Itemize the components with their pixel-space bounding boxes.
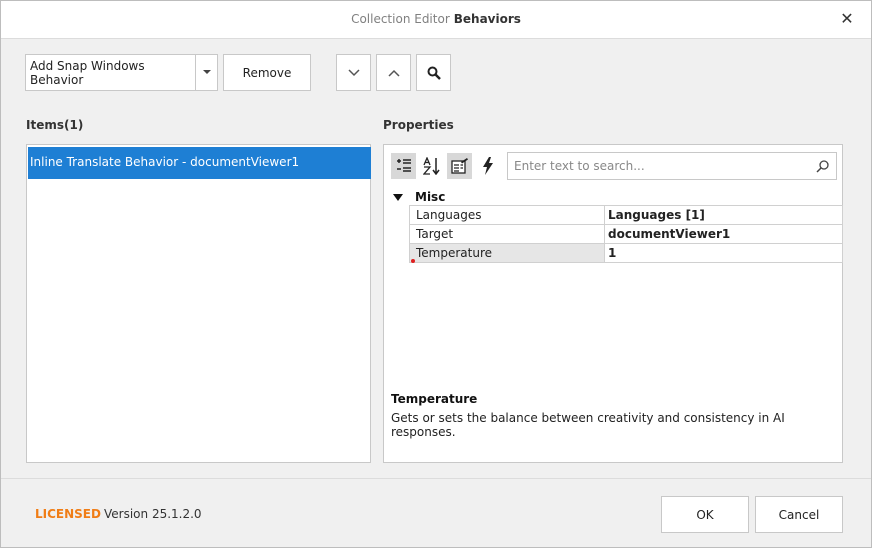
property-name: Temperature: [409, 244, 605, 262]
close-button[interactable]: ✕: [837, 9, 857, 29]
collapse-triangle-icon[interactable]: [393, 193, 403, 201]
property-table: Languages Languages [1] Target documentV…: [409, 205, 843, 263]
description-title: Temperature: [391, 392, 478, 406]
list-item-label: Inline Translate Behavior - documentView…: [30, 155, 300, 169]
property-row[interactable]: Languages Languages [1]: [409, 206, 843, 225]
title-bar: Collection Editor Behaviors ✕: [1, 1, 871, 39]
close-icon: ✕: [840, 9, 854, 28]
properties-view-button[interactable]: [447, 153, 472, 179]
move-up-button[interactable]: [376, 54, 411, 91]
category-misc[interactable]: Misc: [392, 189, 445, 205]
ok-label: OK: [696, 507, 714, 522]
cancel-label: Cancel: [778, 507, 820, 522]
chevron-up-icon: [387, 69, 400, 77]
categorized-icon: [396, 159, 411, 172]
cancel-button[interactable]: Cancel: [755, 496, 843, 533]
items-list[interactable]: Inline Translate Behavior - documentView…: [26, 144, 371, 463]
alphabetical-view-button[interactable]: [419, 153, 444, 179]
add-behavior-label: Add Snap Windows Behavior: [30, 58, 145, 87]
property-value[interactable]: 1: [605, 244, 843, 262]
add-behavior-button[interactable]: Add Snap Windows Behavior: [25, 54, 196, 91]
property-grid: Misc Languages Languages [1] Target docu…: [383, 144, 843, 463]
remove-label: Remove: [242, 65, 292, 80]
categorized-view-button[interactable]: [391, 153, 416, 179]
property-value[interactable]: Languages [1]: [605, 206, 843, 224]
window-title: Collection Editor Behaviors: [1, 12, 871, 26]
property-search-input[interactable]: [514, 158, 804, 174]
property-search-box[interactable]: [507, 152, 837, 180]
collection-editor-dialog: Collection Editor Behaviors ✕ Add Snap Wi…: [0, 0, 872, 548]
property-row[interactable]: Temperature 1: [409, 244, 843, 263]
chevron-down-icon: [347, 68, 360, 76]
items-header: Items(1): [26, 118, 84, 132]
window-title-prefix: Collection Editor: [351, 12, 450, 26]
property-value[interactable]: documentViewer1: [605, 225, 843, 243]
search-icon: [816, 160, 829, 173]
property-name: Languages: [409, 206, 605, 224]
search-icon: [427, 66, 441, 80]
list-item[interactable]: Inline Translate Behavior - documentView…: [28, 147, 371, 179]
version-label: Version 25.1.2.0: [104, 507, 202, 521]
licensed-badge: LICENSED: [35, 507, 101, 521]
description-text: Gets or sets the balance between creativ…: [391, 411, 785, 439]
add-behavior-dropdown[interactable]: [195, 54, 218, 91]
remove-button[interactable]: Remove: [223, 54, 311, 91]
properties-icon: [450, 158, 468, 174]
category-label: Misc: [415, 190, 446, 204]
events-icon: [482, 157, 493, 175]
property-row[interactable]: Target documentViewer1: [409, 225, 843, 244]
dropdown-arrow-icon: [202, 70, 211, 74]
search-button[interactable]: [416, 54, 451, 91]
move-down-button[interactable]: [336, 54, 371, 91]
ok-button[interactable]: OK: [661, 496, 749, 533]
modified-marker-icon: [411, 259, 415, 263]
events-view-button[interactable]: [475, 153, 500, 179]
property-name: Target: [409, 225, 605, 243]
alphabetical-icon: [422, 157, 440, 175]
properties-header: Properties: [383, 118, 454, 132]
window-title-main: Behaviors: [453, 12, 521, 26]
footer-divider: [1, 478, 871, 479]
